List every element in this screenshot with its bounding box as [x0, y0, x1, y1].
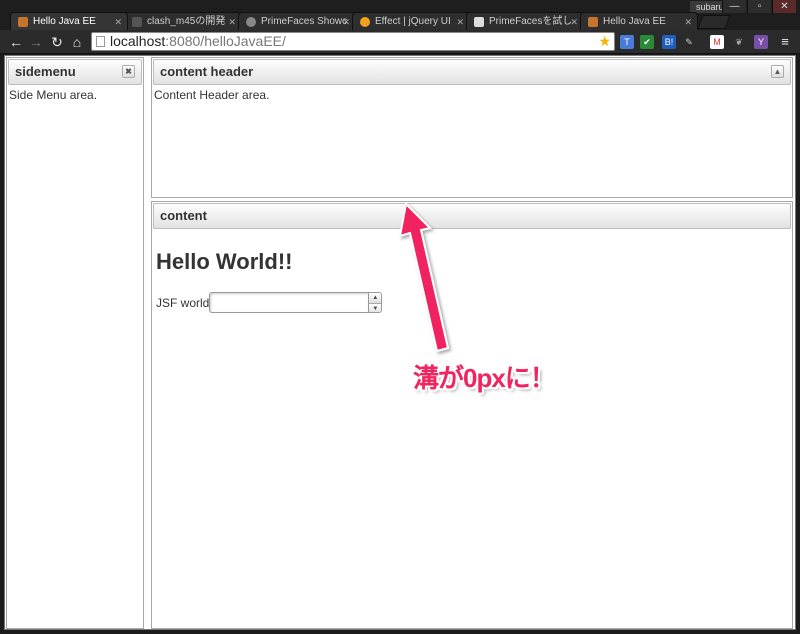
address-bar[interactable]: localhost:8080/helloJavaEE/ ★ — [91, 32, 615, 51]
bookmark-star-icon[interactable]: ★ — [598, 33, 611, 50]
jsf-world-row: JSF world ▲ ▼ — [156, 292, 383, 313]
sidemenu-title: sidemenu — [15, 64, 76, 79]
document-favicon-icon — [474, 17, 484, 27]
menu-icon[interactable]: ≡ — [778, 35, 792, 49]
page-favicon-icon — [132, 17, 142, 27]
tab-primefaces-try[interactable]: PrimeFacesを試し ✕ — [466, 12, 584, 30]
browser-titlebar: subaru — ▫ ✕ Hello Java EE ✕ clash_m45の開… — [0, 0, 800, 30]
tab-close-icon[interactable]: ✕ — [570, 13, 578, 30]
pen-extension-icon[interactable]: ✎ — [682, 35, 696, 49]
tab-hello-java-ee-2[interactable]: Hello Java EE ✕ — [580, 12, 698, 30]
primefaces-favicon-icon — [246, 17, 256, 27]
tab-strip: Hello Java EE ✕ clash_m45の開発 ✕ PrimeFace… — [10, 12, 731, 30]
check-extension-icon[interactable]: ✔ — [640, 35, 654, 49]
java-favicon-icon — [588, 17, 598, 27]
content-header-header: content header ▲ — [153, 59, 791, 85]
sidemenu-header: sidemenu ✖ — [8, 59, 142, 85]
content-panel: content Hello World!! JSF world ▲ ▼ — [151, 201, 793, 629]
browser-toolbar: ← → ↻ ⌂ localhost:8080/helloJavaEE/ ★ T … — [0, 30, 800, 54]
tab-jquery-ui-effect[interactable]: Effect | jQuery UI ✕ — [352, 12, 470, 30]
tab-close-icon[interactable]: ✕ — [114, 13, 122, 30]
back-arrow-icon[interactable]: ← — [7, 33, 25, 51]
content-header-title: content header — [160, 64, 254, 79]
tab-title: PrimeFacesを試し — [489, 16, 573, 27]
annotation-text: 溝が0pxに！ — [413, 363, 556, 393]
sidemenu-body: Side Menu area. — [9, 88, 98, 102]
new-tab-button[interactable] — [697, 15, 731, 29]
home-icon[interactable]: ⌂ — [68, 33, 86, 51]
collapse-up-icon[interactable]: ▲ — [771, 65, 784, 78]
maximize-icon[interactable]: ▫ — [747, 0, 771, 13]
tab-title: Effect | jQuery UI — [375, 16, 451, 27]
sidemenu-panel: sidemenu ✖ Side Menu area. — [6, 57, 144, 629]
forward-arrow-icon[interactable]: → — [27, 33, 45, 51]
reload-icon[interactable]: ↻ — [48, 33, 66, 51]
tab-close-icon[interactable]: ✕ — [342, 13, 350, 30]
hatena-bookmark-icon[interactable]: B! — [662, 35, 676, 49]
tab-hello-java-ee[interactable]: Hello Java EE ✕ — [10, 12, 128, 30]
content-title: content — [160, 208, 207, 223]
jsf-world-label: JSF world — [156, 295, 210, 310]
tab-close-icon[interactable]: ✕ — [456, 13, 464, 30]
tab-title: clash_m45の開発 — [147, 16, 226, 27]
content-header: content — [153, 203, 791, 229]
jquery-ui-favicon-icon — [360, 17, 370, 27]
url-path: :8080/helloJavaEE/ — [165, 33, 286, 49]
url-host: localhost — [110, 33, 166, 49]
content-header-panel: content header ▲ Content Header area. — [151, 57, 793, 198]
tab-close-icon[interactable]: ✕ — [684, 13, 692, 30]
tab-clash-m45[interactable]: clash_m45の開発 ✕ — [124, 12, 242, 30]
spinner-up-icon[interactable]: ▲ — [369, 293, 382, 303]
spinner-down-icon[interactable]: ▼ — [369, 303, 382, 312]
jsf-world-spinner-input[interactable] — [209, 292, 370, 313]
spinner-buttons: ▲ ▼ — [369, 292, 383, 313]
tab-title: Hello Java EE — [33, 16, 96, 27]
tab-close-icon[interactable]: ✕ — [228, 13, 236, 30]
page-icon — [96, 36, 105, 47]
tab-primefaces-showcase[interactable]: PrimeFaces Showc ✕ — [238, 12, 356, 30]
close-icon[interactable]: ✖ — [122, 65, 135, 78]
yammer-extension-icon[interactable]: Y — [754, 35, 768, 49]
close-window-icon[interactable]: ✕ — [772, 0, 796, 13]
page-viewport: sidemenu ✖ Side Menu area. content heade… — [4, 55, 796, 630]
tab-title: PrimeFaces Showc — [261, 16, 348, 27]
java-favicon-icon — [18, 17, 28, 27]
content-header-body: Content Header area. — [154, 88, 270, 102]
tab-title: Hello Java EE — [603, 16, 666, 27]
evernote-icon[interactable]: ❦ — [732, 35, 746, 49]
gmail-icon[interactable]: M — [710, 35, 724, 49]
hello-world-heading: Hello World!! — [156, 249, 293, 274]
translate-extension-icon[interactable]: T — [620, 35, 634, 49]
